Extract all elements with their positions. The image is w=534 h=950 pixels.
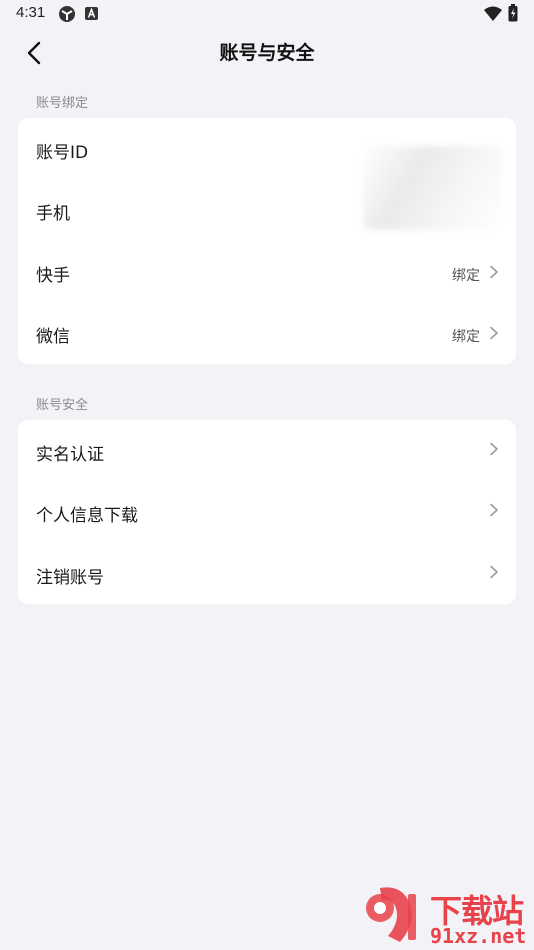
watermark-logo bbox=[366, 887, 416, 942]
row-phone[interactable]: 手机 bbox=[18, 179, 516, 240]
row-label: 注销账号 bbox=[36, 568, 104, 588]
row-delete-account[interactable]: 注销账号 bbox=[18, 543, 516, 604]
status-bar: 4:31 bbox=[0, 0, 534, 28]
app-a-icon bbox=[85, 7, 98, 20]
account-binding-card: 账号ID 手机 快手 绑定 微信 绑定 bbox=[18, 118, 516, 364]
network-globe-icon bbox=[59, 6, 75, 22]
watermark: 下载站 91xz.net bbox=[360, 880, 534, 950]
battery-icon bbox=[508, 4, 518, 22]
row-kuaishou[interactable]: 快手 绑定 bbox=[18, 241, 516, 302]
bind-status: 绑定 bbox=[452, 268, 480, 284]
header: 账号与安全 bbox=[0, 28, 534, 76]
row-label: 快手 bbox=[36, 266, 70, 286]
row-personal-info-download[interactable]: 个人信息下载 bbox=[18, 481, 516, 542]
chevron-right-icon bbox=[490, 265, 498, 279]
wifi-icon bbox=[484, 6, 502, 21]
account-security-card: 实名认证 个人信息下载 注销账号 bbox=[18, 420, 516, 604]
chevron-right-icon bbox=[490, 503, 498, 517]
row-label: 手机 bbox=[36, 204, 70, 224]
row-wechat[interactable]: 微信 绑定 bbox=[18, 302, 516, 363]
chevron-right-icon bbox=[490, 326, 498, 340]
chevron-right-icon bbox=[490, 442, 498, 456]
watermark-text-bottom: 91xz.net bbox=[430, 924, 527, 948]
row-real-name-verification[interactable]: 实名认证 bbox=[18, 420, 516, 481]
section-label-account-security: 账号安全 bbox=[36, 398, 89, 413]
row-account-id[interactable]: 账号ID bbox=[18, 118, 516, 179]
row-label: 个人信息下载 bbox=[36, 506, 138, 526]
chevron-right-icon bbox=[490, 565, 498, 579]
status-time: 4:31 bbox=[16, 4, 46, 21]
row-label: 微信 bbox=[36, 327, 70, 347]
row-label: 实名认证 bbox=[36, 445, 104, 465]
section-label-account-binding: 账号绑定 bbox=[36, 96, 89, 111]
row-label: 账号ID bbox=[36, 143, 89, 163]
page-title: 账号与安全 bbox=[219, 42, 315, 64]
bind-status: 绑定 bbox=[452, 329, 480, 345]
